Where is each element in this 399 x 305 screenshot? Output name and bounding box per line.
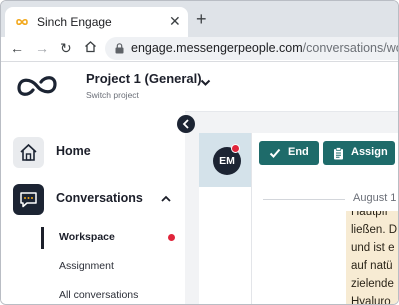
new-tab-icon[interactable]: + bbox=[196, 10, 207, 28]
browser-window: Sinch Engage ✕ + ← → ↻ engage.messengerp… bbox=[0, 0, 399, 305]
date-separator: August 1 bbox=[353, 192, 397, 204]
back-arrow-icon[interactable]: ← bbox=[10, 38, 24, 58]
assign-button[interactable]: Assign bbox=[323, 141, 395, 165]
app-header: Project 1 (General) Switch project bbox=[1, 62, 398, 112]
unread-badge bbox=[168, 234, 175, 241]
lock-icon bbox=[115, 43, 124, 54]
sidebar-item-conversations[interactable]: Conversations bbox=[13, 184, 183, 216]
sidebar-item-home[interactable]: Home bbox=[13, 137, 183, 169]
home-icon-box bbox=[13, 137, 44, 168]
tab-strip: Sinch Engage ✕ + bbox=[1, 1, 398, 37]
sidebar-item-assignment[interactable]: Assignment bbox=[59, 260, 114, 272]
message-line: zielende bbox=[351, 278, 394, 290]
tab-title: Sinch Engage bbox=[37, 15, 112, 29]
chevron-left-icon bbox=[182, 119, 189, 129]
end-button-label: End bbox=[288, 146, 309, 158]
home-icon bbox=[20, 143, 37, 161]
column-divider bbox=[251, 133, 252, 304]
assign-button-label: Assign bbox=[351, 146, 388, 158]
sidebar-item-label: Home bbox=[56, 144, 91, 158]
chevron-down-icon[interactable] bbox=[200, 79, 211, 87]
date-divider-line bbox=[263, 199, 345, 200]
end-conversation-button[interactable]: End bbox=[259, 141, 319, 165]
chevron-up-icon[interactable] bbox=[161, 195, 171, 202]
sidebar-item-all-conversations[interactable]: All conversations bbox=[59, 289, 138, 301]
sidebar-item-label: Conversations bbox=[56, 191, 143, 205]
clipboard-icon bbox=[334, 147, 343, 160]
active-indicator bbox=[41, 227, 44, 249]
message-line: auf natü bbox=[351, 260, 393, 272]
message-line: ließen. D bbox=[351, 224, 398, 236]
tab-close-icon[interactable]: ✕ bbox=[169, 13, 181, 29]
browser-home-icon[interactable] bbox=[84, 40, 97, 53]
chat-bubble-icon bbox=[20, 192, 37, 208]
check-icon bbox=[269, 148, 281, 158]
switch-project-link[interactable]: Switch project bbox=[86, 90, 139, 100]
sinch-logo-icon[interactable] bbox=[13, 70, 61, 102]
browser-toolbar: ← → ↻ engage.messengerpeople.com/convers… bbox=[1, 37, 398, 61]
address-bar[interactable]: engage.messengerpeople.com/conversations… bbox=[105, 37, 398, 60]
sinch-favicon-icon bbox=[16, 18, 28, 26]
forward-arrow-icon[interactable]: → bbox=[35, 38, 49, 58]
sidebar-item-workspace[interactable]: Workspace bbox=[59, 231, 115, 243]
reload-icon[interactable]: ↻ bbox=[60, 38, 72, 58]
url-host: engage.messengerpeople.com bbox=[131, 41, 303, 55]
message-line: Hyaluro bbox=[351, 296, 391, 305]
url-text: engage.messengerpeople.com/conversations… bbox=[131, 41, 398, 55]
chat-bubble-icon-box bbox=[13, 184, 44, 215]
collapse-sidebar-button[interactable] bbox=[177, 115, 195, 133]
browser-tab[interactable]: Sinch Engage ✕ bbox=[5, 7, 188, 37]
message-line: Hautpfl bbox=[351, 211, 388, 218]
url-path: /conversations/workspa bbox=[302, 41, 398, 55]
project-name[interactable]: Project 1 (General) bbox=[86, 71, 202, 86]
message-line: und ist e bbox=[351, 242, 395, 254]
avatar-unread-dot bbox=[231, 144, 240, 153]
message-bubble[interactable]: Hautpfl ließen. D und ist e auf natü zie… bbox=[346, 211, 398, 305]
